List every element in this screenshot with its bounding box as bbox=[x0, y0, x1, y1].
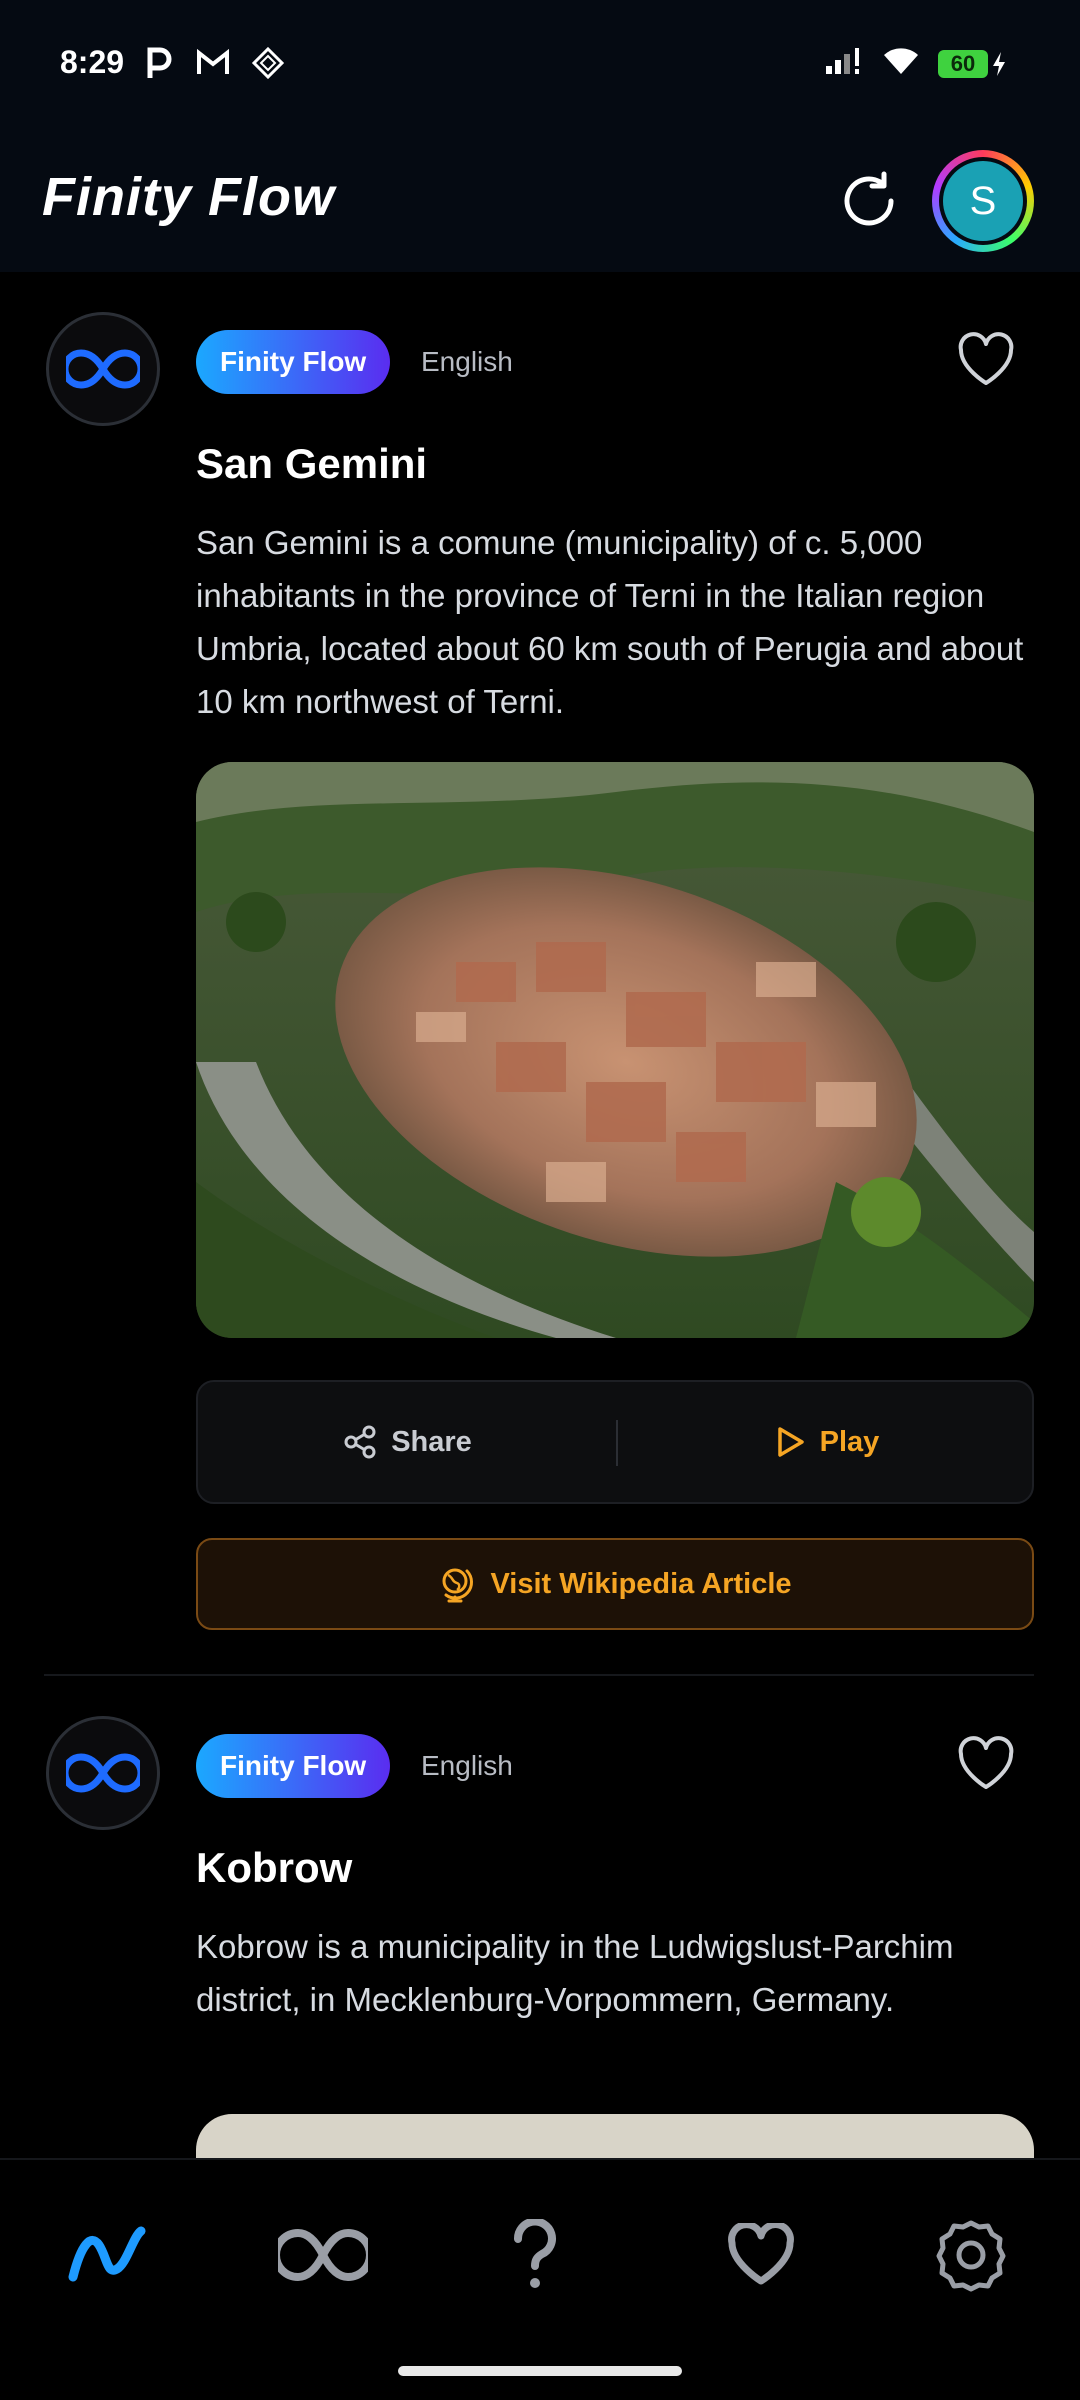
gmail-icon bbox=[196, 48, 230, 82]
post-title: San Gemini bbox=[196, 440, 428, 487]
home-indicator[interactable] bbox=[398, 2366, 682, 2376]
action-bar: Share Play bbox=[196, 1380, 1034, 1504]
infinity-icon bbox=[66, 1753, 140, 1793]
signal-icon bbox=[824, 46, 864, 81]
source-badge[interactable]: Finity Flow bbox=[196, 1734, 391, 1798]
post-source-avatar[interactable] bbox=[46, 312, 160, 426]
nav-quiz[interactable] bbox=[490, 2210, 580, 2300]
heart-icon bbox=[958, 332, 1014, 385]
post-content: Finity Flow English San Gemini San Gemin… bbox=[196, 272, 1034, 1676]
heart-icon bbox=[958, 1736, 1014, 1789]
nav-feed[interactable] bbox=[62, 2210, 152, 2300]
post-card: Finity Flow English Kobrow Kobrow is a m… bbox=[0, 1676, 1080, 2158]
profile-avatar-button[interactable]: S bbox=[932, 150, 1034, 252]
post-source-avatar[interactable] bbox=[46, 1716, 160, 1830]
wiki-label: Visit Wikipedia Article bbox=[490, 1567, 792, 1600]
nav-settings[interactable] bbox=[926, 2210, 1016, 2300]
infinity-icon bbox=[278, 2228, 368, 2282]
globe-icon bbox=[442, 1568, 474, 1603]
post-image[interactable] bbox=[196, 762, 1034, 1338]
language-label: English bbox=[421, 346, 513, 377]
battery-icon: 60 bbox=[938, 49, 1008, 78]
refresh-icon bbox=[844, 171, 894, 226]
like-button[interactable] bbox=[956, 1736, 1016, 1796]
wifi-icon bbox=[882, 46, 920, 81]
bottom-nav bbox=[0, 2158, 1080, 2400]
post-content: Finity Flow English Kobrow Kobrow is a m… bbox=[196, 1676, 1034, 2158]
app-title: Finity Flow bbox=[42, 167, 335, 227]
post-description: San Gemini is a comune (municipality) of… bbox=[196, 524, 1024, 720]
post-description: Kobrow is a municipality in the Ludwigsl… bbox=[196, 1928, 954, 2018]
app-diamond-icon bbox=[251, 46, 285, 84]
like-button[interactable] bbox=[956, 332, 1016, 392]
post-image[interactable] bbox=[196, 2114, 1034, 2158]
status-left-icons bbox=[144, 46, 285, 85]
post-title: Kobrow bbox=[196, 1844, 353, 1891]
refresh-button[interactable] bbox=[834, 166, 904, 236]
feed-wave-icon bbox=[68, 2226, 146, 2282]
visit-wikipedia-button[interactable]: Visit Wikipedia Article bbox=[196, 1538, 1034, 1630]
language-label: English bbox=[421, 1750, 513, 1781]
infinity-icon bbox=[66, 349, 140, 389]
status-time: 8:29 bbox=[60, 44, 125, 80]
source-badge[interactable]: Finity Flow bbox=[196, 330, 391, 394]
share-button[interactable]: Share bbox=[198, 1382, 617, 1502]
play-label: Play bbox=[819, 1425, 880, 1458]
app-header: Finity Flow S bbox=[0, 130, 1080, 272]
p-icon bbox=[144, 46, 174, 85]
battery-level: 60 bbox=[938, 49, 988, 78]
feed[interactable]: Finity Flow English San Gemini San Gemin… bbox=[0, 272, 1080, 2158]
share-icon bbox=[344, 1425, 376, 1459]
question-icon bbox=[513, 2219, 556, 2288]
heart-icon bbox=[728, 2223, 794, 2285]
avatar: S bbox=[943, 161, 1023, 241]
gear-icon bbox=[936, 2220, 1006, 2292]
post-card: Finity Flow English San Gemini San Gemin… bbox=[0, 272, 1080, 1676]
status-right-icons: 60 bbox=[824, 46, 1008, 81]
share-label: Share bbox=[391, 1425, 472, 1458]
play-button[interactable]: Play bbox=[617, 1382, 1036, 1502]
hilltown-aerial-image bbox=[196, 762, 1034, 1338]
nav-favorites[interactable] bbox=[716, 2210, 806, 2300]
status-bar: 8:29 60 bbox=[0, 0, 1080, 130]
play-icon bbox=[777, 1427, 804, 1457]
nav-infinity[interactable] bbox=[278, 2210, 368, 2300]
